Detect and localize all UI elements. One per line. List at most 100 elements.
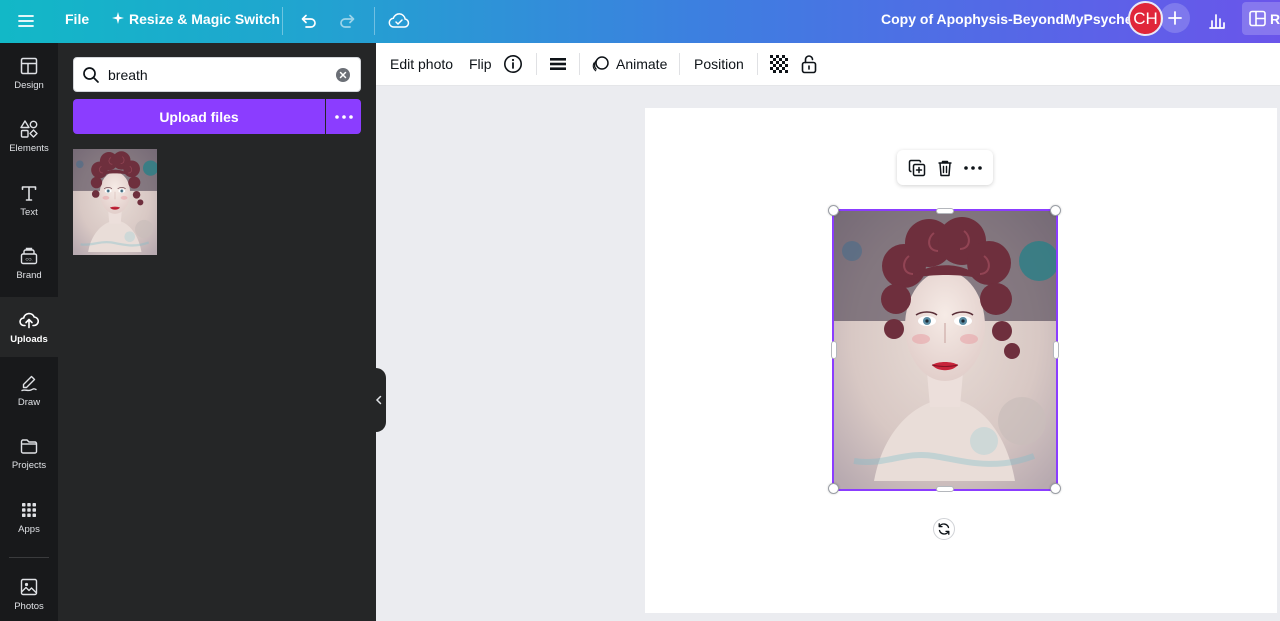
resize-handle-top[interactable]: [936, 208, 954, 214]
rail-item-text[interactable]: Text: [0, 170, 58, 230]
rail-item-projects[interactable]: Projects: [0, 423, 58, 483]
resize-magic-switch-button[interactable]: Resize & Magic Switch: [112, 11, 280, 27]
add-collaborator-button[interactable]: [1160, 3, 1190, 33]
avatar[interactable]: CH: [1128, 1, 1163, 36]
position-label: Position: [694, 56, 744, 72]
resize-handle-bottom[interactable]: [936, 486, 954, 492]
search-box: [73, 57, 361, 92]
search-icon: [82, 66, 100, 89]
edit-photo-button[interactable]: Edit photo: [390, 50, 453, 78]
resize-handle-left[interactable]: [831, 341, 837, 359]
transparency-icon: [770, 55, 788, 73]
upload-more-options-button[interactable]: [326, 99, 361, 134]
element-floating-toolbar: [897, 150, 993, 185]
redo-icon: [340, 14, 355, 28]
portrait-image: [834, 211, 1056, 489]
bar-chart-icon: [1209, 14, 1225, 29]
design-icon: [20, 57, 38, 74]
redo-button[interactable]: [334, 7, 362, 35]
uploads-panel: Upload files: [58, 43, 376, 621]
animate-icon: [592, 56, 609, 72]
photo-icon: [20, 578, 38, 595]
flip-label: Flip: [469, 56, 492, 72]
line-weight-icon: [550, 58, 566, 70]
edge-button-label: R: [1270, 10, 1280, 27]
layout-icon: [1249, 10, 1266, 27]
resize-handle-top-left[interactable]: [828, 205, 839, 216]
plus-icon: [1168, 11, 1182, 25]
file-menu-button[interactable]: File: [65, 11, 89, 27]
rail-label: Brand: [16, 269, 42, 281]
hamburger-icon[interactable]: [16, 11, 36, 31]
upload-files-button[interactable]: Upload files: [73, 99, 325, 134]
rotate-icon: [938, 523, 950, 535]
search-input[interactable]: [108, 65, 328, 85]
rail-item-uploads[interactable]: Uploads: [0, 297, 58, 357]
sparkle-icon: [112, 11, 124, 27]
divider: [757, 53, 758, 75]
lock-button[interactable]: [800, 50, 818, 78]
chevron-left-icon: [375, 395, 382, 405]
undo-button[interactable]: [294, 7, 322, 35]
info-button[interactable]: [503, 50, 523, 78]
rail-item-draw[interactable]: Draw: [0, 360, 58, 420]
transparency-button[interactable]: [770, 50, 788, 78]
duplicate-icon: [908, 159, 926, 176]
rail-item-photos[interactable]: Photos: [0, 564, 58, 621]
rail-item-elements[interactable]: Elements: [0, 106, 58, 166]
brand-icon: CO.: [20, 247, 38, 264]
cloud-save-status-button[interactable]: [385, 7, 413, 35]
more-dots-icon: [964, 165, 982, 170]
rail-item-design[interactable]: Design: [0, 43, 58, 103]
resize-handle-bottom-right[interactable]: [1050, 483, 1061, 494]
elements-icon: [20, 119, 38, 138]
apps-grid-icon: [22, 502, 36, 517]
rail-divider: [9, 557, 49, 558]
rotate-handle[interactable]: [933, 518, 955, 540]
trash-icon: [938, 160, 952, 176]
rail-label: Photos: [14, 600, 44, 612]
rail-item-apps[interactable]: Apps: [0, 487, 58, 547]
divider: [374, 7, 375, 35]
flip-button[interactable]: Flip: [469, 50, 492, 78]
rail-label: Design: [14, 79, 44, 91]
resize-label: Resize & Magic Switch: [129, 11, 280, 27]
context-toolbar: Edit photo Flip Animate Position: [376, 43, 1280, 86]
info-icon: [504, 55, 522, 73]
left-rail: Design Elements Text CO. Brand Uploads D…: [0, 43, 58, 621]
divider: [282, 7, 283, 35]
top-bar: File Resize & Magic Switch Copy of Apoph…: [0, 0, 1280, 43]
portrait-thumbnail-image: [73, 149, 157, 255]
clear-search-icon[interactable]: [335, 67, 351, 83]
border-style-button[interactable]: [549, 50, 567, 78]
upload-cloud-icon: [19, 312, 39, 328]
selected-portrait-image[interactable]: [832, 209, 1058, 491]
insights-button[interactable]: [1203, 7, 1231, 35]
divider: [679, 53, 680, 75]
cloud-check-icon: [388, 13, 410, 28]
rail-label: Apps: [18, 523, 40, 535]
lock-open-icon: [801, 55, 817, 74]
delete-button[interactable]: [934, 157, 956, 179]
share-button[interactable]: R: [1242, 2, 1280, 35]
rail-label: Text: [20, 206, 38, 218]
resize-handle-top-right[interactable]: [1050, 205, 1061, 216]
edit-photo-label: Edit photo: [390, 56, 454, 72]
divider: [536, 53, 537, 75]
duplicate-button[interactable]: [906, 157, 928, 179]
folder-icon: [20, 438, 38, 454]
svg-text:CO.: CO.: [25, 256, 32, 261]
animate-label: Animate: [616, 56, 668, 72]
more-options-button[interactable]: [962, 157, 984, 179]
rail-item-brand[interactable]: CO. Brand: [0, 233, 58, 293]
resize-handle-right[interactable]: [1053, 341, 1059, 359]
rail-label: Elements: [9, 142, 49, 154]
collapse-panel-button[interactable]: [372, 368, 386, 432]
position-button[interactable]: Position: [694, 50, 744, 78]
document-title[interactable]: Copy of Apophysis-BeyondMyPsyche: [881, 11, 1133, 27]
animate-button[interactable]: Animate: [592, 50, 667, 78]
undo-icon: [301, 14, 316, 28]
uploaded-image-thumbnail[interactable]: [73, 149, 157, 255]
rail-label: Draw: [17, 396, 41, 408]
resize-handle-bottom-left[interactable]: [828, 483, 839, 494]
